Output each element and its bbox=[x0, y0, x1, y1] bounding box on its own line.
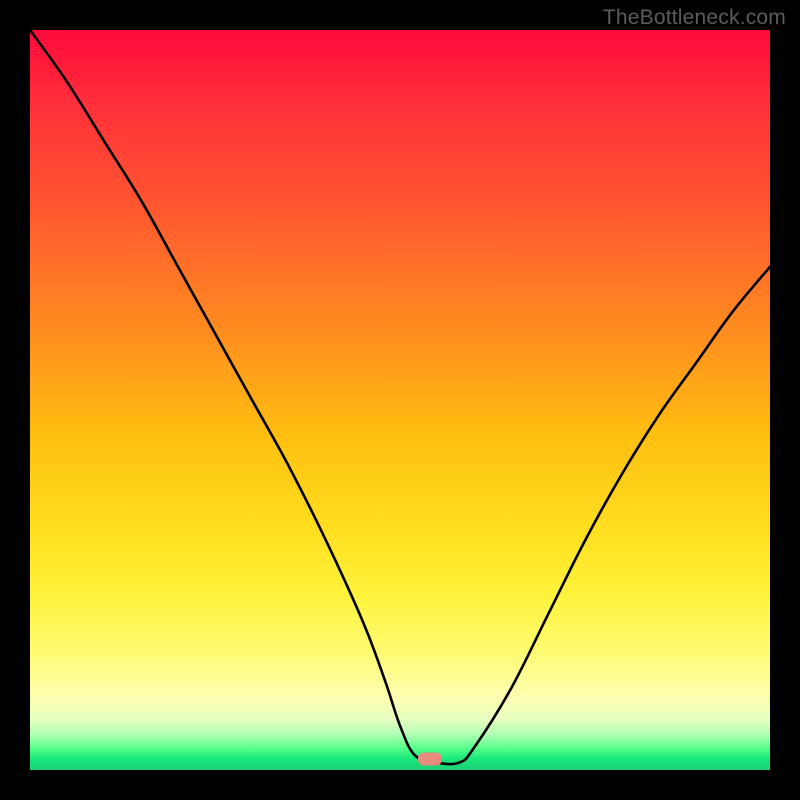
attribution-text: TheBottleneck.com bbox=[603, 6, 786, 30]
plot-area bbox=[30, 30, 770, 770]
minimum-marker bbox=[418, 752, 442, 765]
chart-frame: TheBottleneck.com bbox=[0, 0, 800, 800]
bottleneck-curve bbox=[30, 30, 770, 770]
